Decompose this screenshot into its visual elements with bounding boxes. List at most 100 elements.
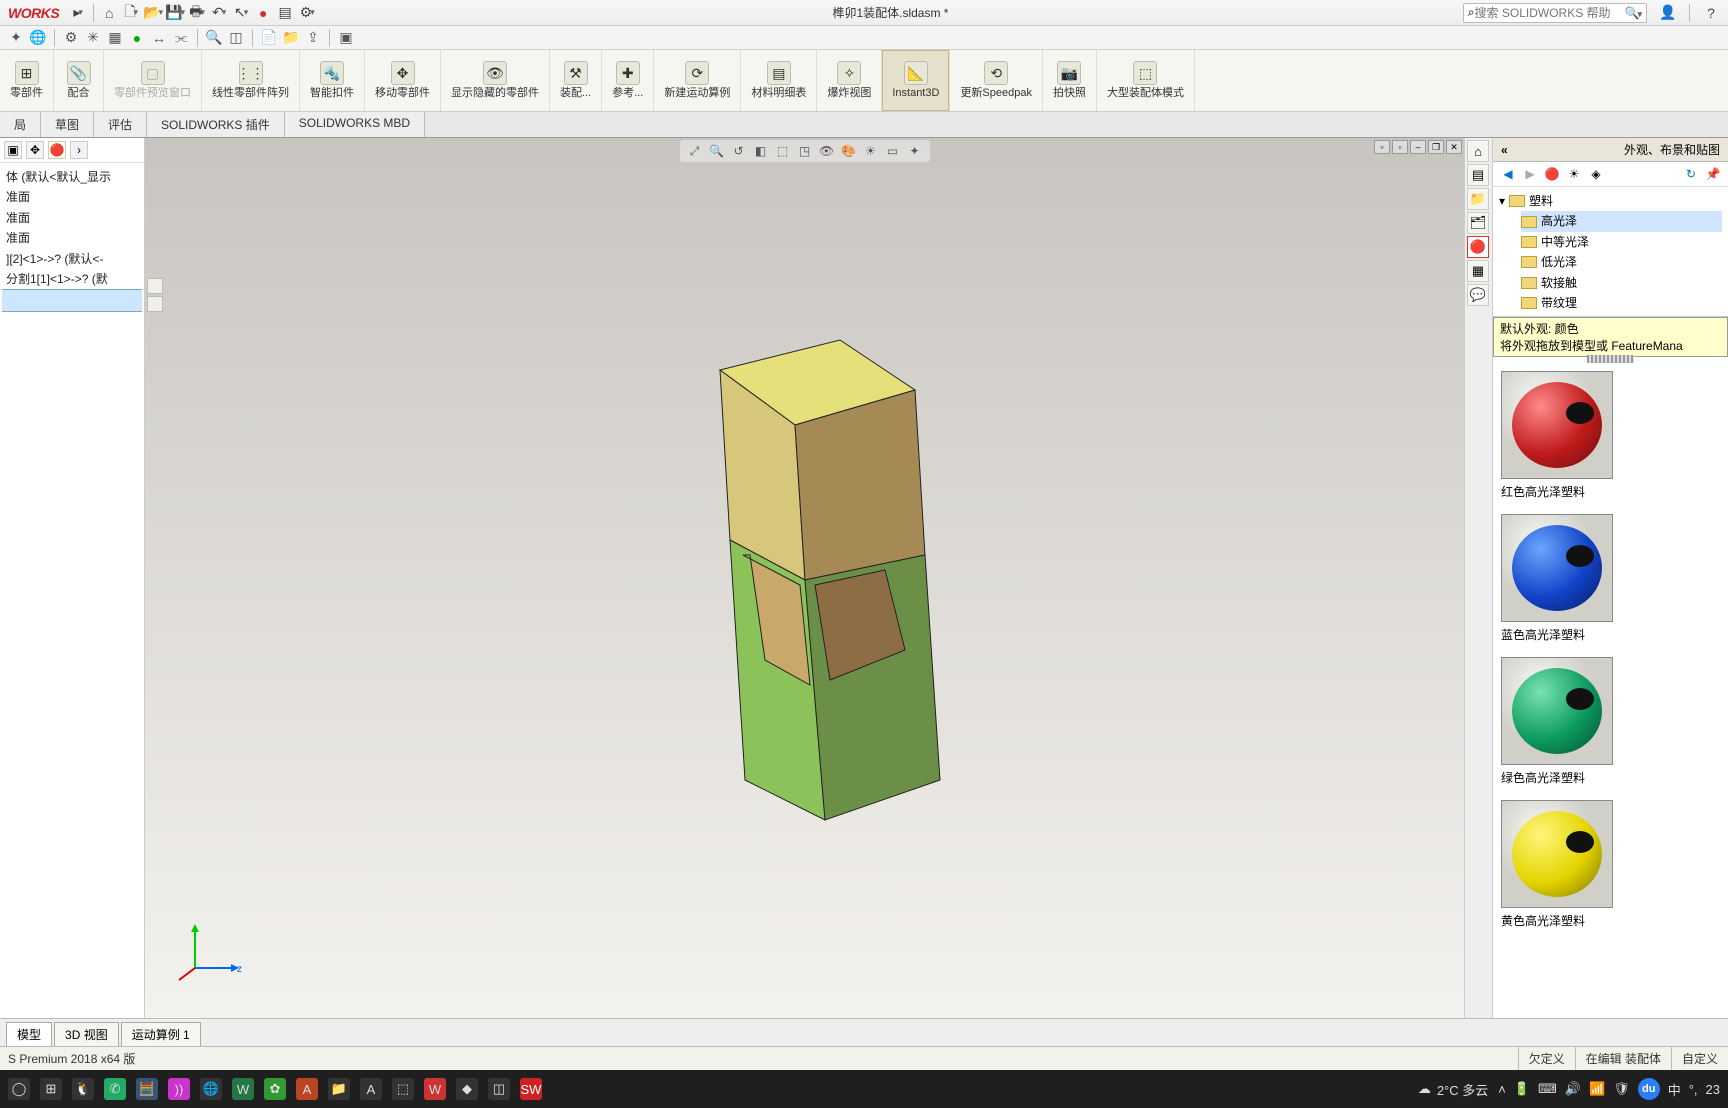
taskbar-app-icon[interactable]: ◫ bbox=[488, 1078, 510, 1100]
taskbar-app-icon[interactable]: ✿ bbox=[264, 1078, 286, 1100]
zoom-icon[interactable]: 🔍 bbox=[204, 28, 224, 48]
ribbon-mate[interactable]: 📎配合 bbox=[54, 50, 104, 111]
bottom-tab-model[interactable]: 模型 bbox=[6, 1022, 52, 1046]
undo-icon[interactable]: ↶ bbox=[208, 2, 230, 24]
tray-ime[interactable]: 中 bbox=[1668, 1080, 1681, 1099]
taskpane-appearances-icon[interactable]: 🔴 bbox=[1467, 236, 1489, 258]
tree-node-low-gloss[interactable]: 低光泽 bbox=[1541, 252, 1577, 272]
tree-node-soft-touch[interactable]: 软接触 bbox=[1541, 273, 1577, 293]
taskpane-design-lib-icon[interactable]: 📁 bbox=[1467, 188, 1489, 210]
swatch-blue[interactable]: 蓝色高光泽塑料 bbox=[1501, 514, 1720, 643]
taskbar-app-icon[interactable]: ◆ bbox=[456, 1078, 478, 1100]
tab-mbd[interactable]: SOLIDWORKS MBD bbox=[285, 112, 425, 137]
viewport-split-icon[interactable]: ▫ bbox=[1374, 140, 1390, 154]
taskbar-app-icon[interactable]: 🐧 bbox=[72, 1078, 94, 1100]
taskbar-app-icon[interactable]: W bbox=[232, 1078, 254, 1100]
prev-view-icon[interactable]: ↺ bbox=[730, 142, 748, 160]
viewport-restore-icon[interactable]: ❐ bbox=[1428, 140, 1444, 154]
sheet-icon[interactable]: ▣ bbox=[336, 28, 356, 48]
section-icon[interactable]: ◫ bbox=[226, 28, 246, 48]
select-icon[interactable]: ↖ bbox=[230, 2, 252, 24]
doc-icon[interactable]: 📄 bbox=[259, 28, 279, 48]
dot-icon[interactable]: ● bbox=[127, 28, 147, 48]
print-icon[interactable]: 🖶 bbox=[186, 2, 208, 24]
taskpane-home-icon[interactable]: ⌂ bbox=[1467, 140, 1489, 162]
taskbar-app-icon[interactable]: ⬚ bbox=[392, 1078, 414, 1100]
gear-icon[interactable]: ⚙ bbox=[61, 28, 81, 48]
bottom-tab-3dview[interactable]: 3D 视图 bbox=[54, 1022, 119, 1046]
bottom-tab-motion[interactable]: 运动算例 1 bbox=[121, 1022, 201, 1046]
ribbon-new-motion[interactable]: ⟳新建运动算例 bbox=[654, 50, 741, 111]
ribbon-large-assembly[interactable]: ⬚大型装配体模式 bbox=[1097, 50, 1195, 111]
new-icon[interactable]: 🗋 bbox=[120, 2, 142, 24]
tray-chevron-icon[interactable]: ˄ bbox=[1498, 1082, 1506, 1097]
hide-show-icon[interactable]: 👁 bbox=[818, 142, 836, 160]
export-icon[interactable]: ⇪ bbox=[303, 28, 323, 48]
scene-icon[interactable]: ☀ bbox=[862, 142, 880, 160]
view-settings-icon[interactable]: ▭ bbox=[884, 142, 902, 160]
taskbar-chrome-icon[interactable]: 🌐 bbox=[200, 1078, 222, 1100]
user-icon[interactable]: 👤 bbox=[1657, 2, 1679, 24]
fm-tab-display-icon[interactable]: 🔴 bbox=[48, 141, 66, 159]
ribbon-insert-component[interactable]: ⊞零部件 bbox=[0, 50, 54, 111]
rebuild-icon[interactable]: ● bbox=[252, 2, 274, 24]
zoom-fit-icon[interactable]: ⤢ bbox=[686, 142, 704, 160]
swatch-yellow[interactable]: 黄色高光泽塑料 bbox=[1501, 800, 1720, 929]
settings-icon[interactable]: ⚙ bbox=[296, 2, 318, 24]
start-button[interactable]: ◯ bbox=[8, 1078, 30, 1100]
help-icon[interactable]: ? bbox=[1700, 2, 1722, 24]
tab-sketch[interactable]: 草图 bbox=[41, 112, 94, 137]
ribbon-bom[interactable]: ▤材料明细表 bbox=[741, 50, 817, 111]
tab-layout[interactable]: 局 bbox=[0, 112, 41, 137]
tray-volume-icon[interactable]: 🔊 bbox=[1565, 1081, 1581, 1097]
search-input[interactable] bbox=[1475, 6, 1625, 20]
taskbar-app-icon[interactable]: 🧮 bbox=[136, 1078, 158, 1100]
fm-tab-expand-icon[interactable]: › bbox=[70, 141, 88, 159]
section-view-icon[interactable]: ◧ bbox=[752, 142, 770, 160]
graphics-viewport[interactable]: ⤢ 🔍 ↺ ◧ ⬚ ◳ 👁 🎨 ☀ ▭ ✦ ▫ ▫ – ❐ ✕ bbox=[145, 138, 1464, 1018]
swatch-red[interactable]: 红色高光泽塑料 bbox=[1501, 371, 1720, 500]
back-icon[interactable]: ◀ bbox=[1499, 165, 1517, 183]
ctx-icon[interactable] bbox=[147, 278, 163, 294]
viewport-close-icon[interactable]: ✕ bbox=[1446, 140, 1462, 154]
swatch-green[interactable]: 绿色高光泽塑料 bbox=[1501, 657, 1720, 786]
edit-appearance-icon[interactable]: 🎨 bbox=[840, 142, 858, 160]
fm-tab-feature-icon[interactable]: ▣ bbox=[4, 141, 22, 159]
tree-row[interactable]: 体 (默认<默认_显示 bbox=[2, 167, 142, 187]
grid-icon[interactable]: ▦ bbox=[105, 28, 125, 48]
taskbar-app-icon[interactable]: A bbox=[360, 1078, 382, 1100]
taskbar-app-icon[interactable]: ✆ bbox=[104, 1078, 126, 1100]
ribbon-show-hidden[interactable]: 👁显示隐藏的零部件 bbox=[441, 50, 550, 111]
zoom-area-icon[interactable]: 🔍 bbox=[708, 142, 726, 160]
taskbar-weather[interactable]: ☁ 2°C 多云 bbox=[1418, 1080, 1488, 1099]
taskbar-app-icon[interactable]: A bbox=[296, 1078, 318, 1100]
view-triad[interactable]: z bbox=[175, 918, 245, 988]
ribbon-assembly-features[interactable]: ⚒装配... bbox=[550, 50, 602, 111]
ribbon-instant3d[interactable]: 📐Instant3D bbox=[882, 50, 950, 111]
decal-icon[interactable]: ◈ bbox=[1587, 165, 1605, 183]
search-dropdown-icon[interactable]: 🔍 bbox=[1625, 6, 1642, 20]
tree-row[interactable]: 准面 bbox=[2, 187, 142, 207]
ribbon-smart-fasteners[interactable]: 🔩智能扣件 bbox=[300, 50, 365, 111]
status-custom[interactable]: 自定义 bbox=[1671, 1047, 1728, 1070]
taskbar-explorer-icon[interactable]: 📁 bbox=[328, 1078, 350, 1100]
taskbar-app-icon[interactable]: W bbox=[424, 1078, 446, 1100]
tray-input-icon[interactable]: ⌨ bbox=[1538, 1081, 1557, 1097]
ribbon-linear-pattern[interactable]: ⋮⋮线性零部件阵列 bbox=[202, 50, 300, 111]
tree-row[interactable]: 准面 bbox=[2, 228, 142, 248]
taskpane-forum-icon[interactable]: 💬 bbox=[1467, 284, 1489, 306]
tray-battery-icon[interactable]: 🔋 bbox=[1514, 1081, 1530, 1097]
tree-row[interactable]: 准面 bbox=[2, 208, 142, 228]
link-icon[interactable]: ⫘ bbox=[171, 28, 191, 48]
folder-icon[interactable]: 📁 bbox=[281, 28, 301, 48]
refresh-icon[interactable]: ↻ bbox=[1682, 165, 1700, 183]
tray-safe-icon[interactable]: 🛡 bbox=[1613, 1081, 1630, 1097]
taskpane-file-explorer-icon[interactable]: 🗂 bbox=[1467, 212, 1489, 234]
tray-clock[interactable]: 23 bbox=[1706, 1082, 1720, 1097]
star-icon[interactable]: ✳ bbox=[83, 28, 103, 48]
pin-icon[interactable]: 📌 bbox=[1704, 165, 1722, 183]
home-icon[interactable]: ⌂ bbox=[98, 2, 120, 24]
tray-wifi-icon[interactable]: 📶 bbox=[1589, 1081, 1605, 1097]
view-orient-icon[interactable]: ⬚ bbox=[774, 142, 792, 160]
ribbon-reference[interactable]: ✚参考... bbox=[602, 50, 654, 111]
